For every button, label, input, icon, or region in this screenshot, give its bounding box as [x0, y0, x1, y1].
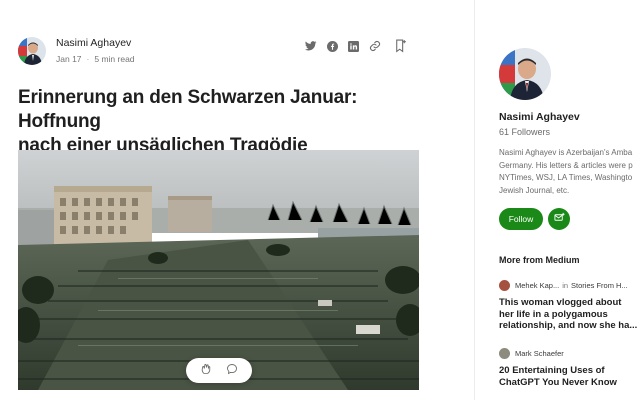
recommendation-title-line: ChatGPT You Never Know	[499, 376, 617, 388]
clap-icon[interactable]	[200, 362, 213, 380]
recommendation-title[interactable]: This woman vlogged about her life in a p…	[499, 297, 637, 332]
author-header: Nasimi Aghayev Jan 17 · 5 min read	[18, 36, 135, 66]
post-date: Jan 17	[56, 54, 82, 64]
twitter-icon[interactable]	[305, 40, 317, 52]
recommendation-title-line: relationship, and now she ha...	[499, 320, 637, 331]
recommendation-title-line: 20 Entertaining Uses of	[499, 365, 605, 376]
sidebar-divider	[474, 0, 475, 400]
author-avatar[interactable]	[18, 37, 46, 65]
recommendation-in-label: in	[562, 281, 569, 290]
author-name[interactable]: Nasimi Aghayev	[56, 36, 135, 50]
article-title-line1: Erinnerung an den Schwarzen Januar: Hoff…	[18, 87, 358, 132]
author-bio-line: NYTimes, WSJ, LA Times, Washingto	[499, 173, 633, 182]
recommendation-title-line: her life in a polygamous	[499, 308, 608, 320]
floating-action-bar	[186, 358, 252, 383]
article-title: Erinnerung an den Schwarzen Januar: Hoff…	[18, 86, 438, 158]
follower-count[interactable]: 61 Followers	[499, 127, 550, 137]
recommendation-item[interactable]: Mark Schaefer 20 Entertaining Uses of Ch…	[499, 348, 637, 388]
author-bio-line: Nasimi Aghayev is Azerbaijan's Amba	[499, 148, 633, 157]
recommendation-author[interactable]: Mark Schaefer	[515, 349, 564, 358]
author-bio-line: Jewish Journal, etc.	[499, 185, 570, 195]
mail-plus-icon	[553, 210, 565, 228]
article-hero-image	[18, 150, 419, 390]
facebook-icon[interactable]	[327, 40, 338, 52]
recommendation-author-avatar	[499, 280, 510, 291]
recommendation-author[interactable]: Mehek Kap...	[515, 281, 559, 290]
recommendation-byline: Mark Schaefer	[499, 348, 637, 359]
bookmark-icon[interactable]	[394, 39, 407, 58]
linkedin-icon[interactable]	[348, 40, 359, 52]
subscribe-button[interactable]	[548, 208, 570, 230]
author-bio-line: Germany. His letters & articles were p	[499, 160, 633, 170]
link-icon[interactable]	[369, 40, 381, 52]
recommendation-title-line: This woman vlogged about	[499, 297, 622, 308]
read-time: 5 min read	[94, 54, 135, 64]
post-meta: Jan 17 · 5 min read	[56, 53, 135, 66]
recommendation-item[interactable]: Mehek Kap... in Stories From H... This w…	[499, 280, 637, 332]
recommendation-title[interactable]: 20 Entertaining Uses of ChatGPT You Neve…	[499, 365, 637, 388]
sidebar-author-avatar[interactable]	[499, 48, 551, 100]
recommendation-author-avatar	[499, 348, 510, 359]
follow-button[interactable]: Follow	[499, 208, 543, 230]
more-from-medium-heading: More from Medium	[499, 255, 580, 265]
share-toolbar	[305, 40, 381, 52]
recommendation-publication[interactable]: Stories From H...	[571, 281, 628, 290]
sidebar-author-name[interactable]: Nasimi Aghayev	[499, 111, 580, 123]
meta-separator: ·	[86, 54, 90, 64]
recommendation-byline: Mehek Kap... in Stories From H...	[499, 280, 637, 291]
author-bio: Nasimi Aghayev is Azerbaijan's Amba Germ…	[499, 147, 637, 197]
comment-icon[interactable]	[226, 362, 238, 380]
